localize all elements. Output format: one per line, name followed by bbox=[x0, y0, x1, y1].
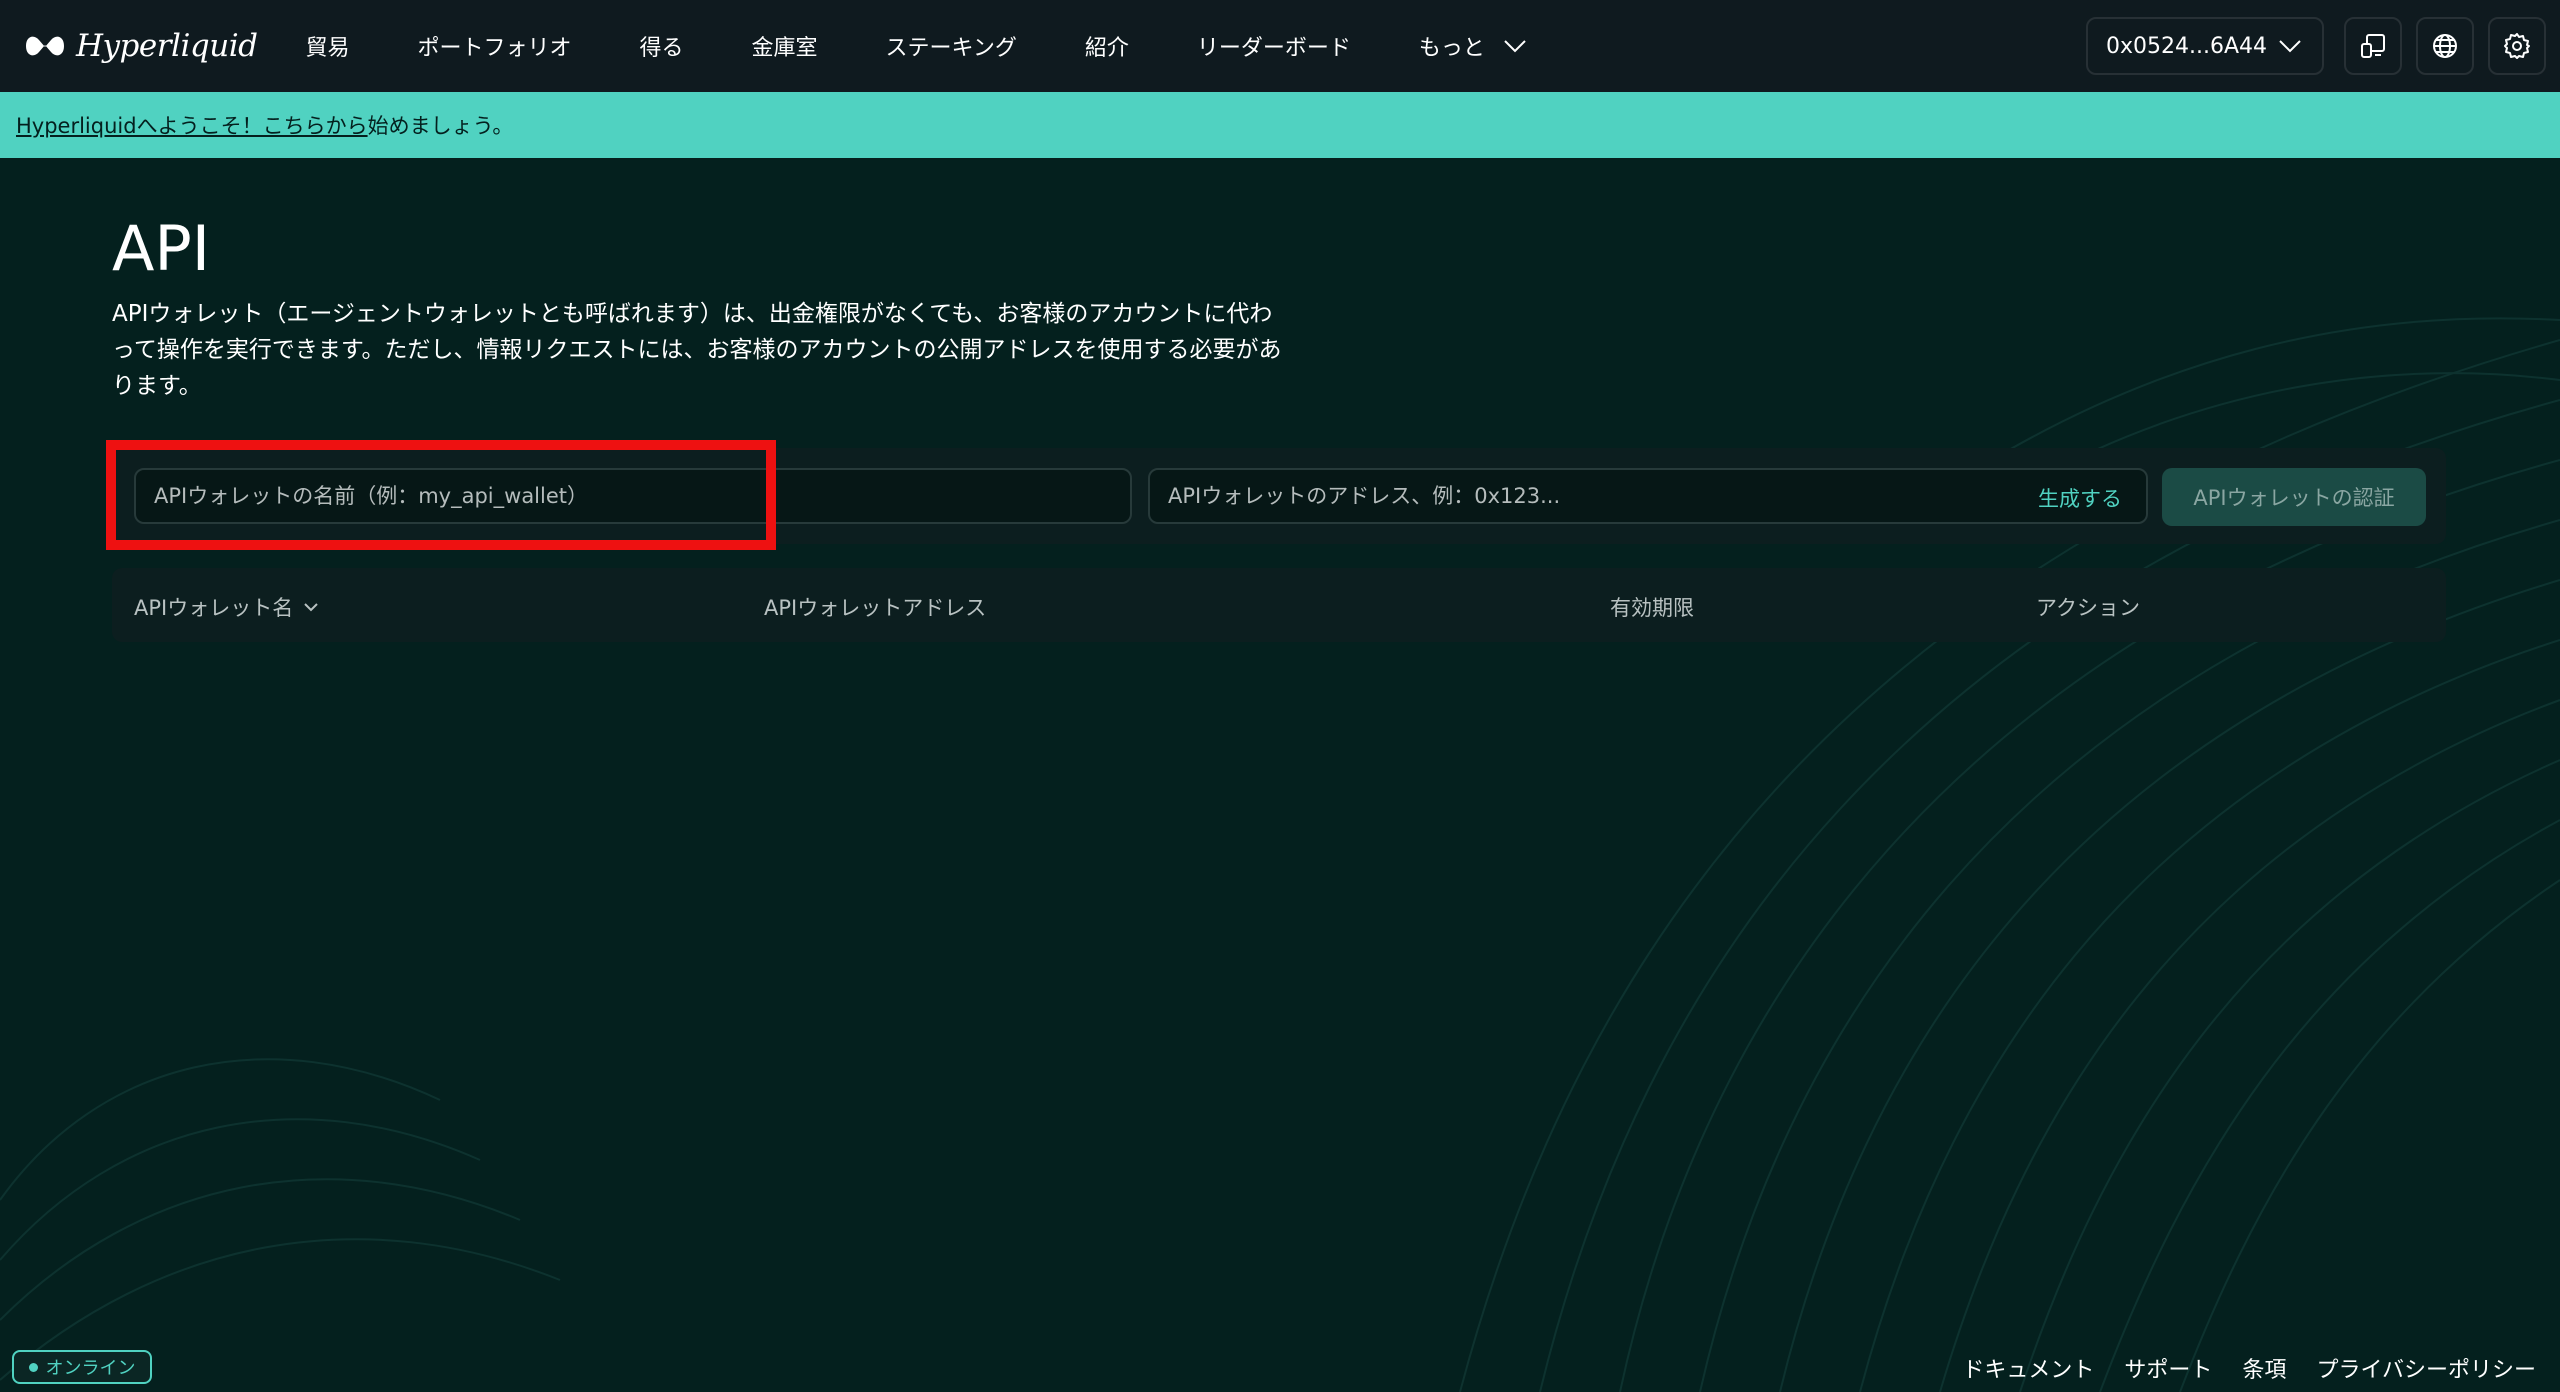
api-wallet-name-input[interactable] bbox=[134, 468, 1132, 524]
nav-item-portfolio[interactable]: ポートフォリオ bbox=[417, 30, 571, 62]
main-nav: 貿易 ポートフォリオ 得る 金庫室 ステーキング 紹介 リーダーボード もっと bbox=[305, 30, 1594, 62]
api-wallet-table-header: APIウォレット名 APIウォレットアドレス 有効期限 アクション bbox=[112, 568, 2446, 642]
footer-links: ドキュメント サポート 条項 プライバシーポリシー bbox=[1962, 1352, 2536, 1384]
nav-item-leaderboard[interactable]: リーダーボード bbox=[1197, 30, 1351, 62]
nav-item-staking[interactable]: ステーキング bbox=[886, 30, 1017, 62]
connection-status-badge: オンライン bbox=[12, 1350, 152, 1384]
column-label-wallet-name: APIウォレット名 bbox=[134, 596, 294, 620]
brand-logo[interactable]: Hyperliquid bbox=[24, 0, 258, 92]
hyperliquid-logo-icon bbox=[26, 36, 64, 56]
nav-right-controls: 0x0524...6A44 bbox=[2086, 0, 2560, 92]
api-wallet-address-input[interactable] bbox=[1148, 468, 2148, 524]
authorize-api-wallet-button[interactable]: APIウォレットの認証 bbox=[2162, 468, 2426, 526]
nav-item-vaults[interactable]: 金庫室 bbox=[752, 30, 818, 62]
footer-link-privacy[interactable]: プライバシーポリシー bbox=[2316, 1352, 2536, 1384]
generate-address-button[interactable]: 生成する bbox=[2038, 483, 2122, 513]
banner-suffix: 始めましょう。 bbox=[367, 114, 514, 138]
devices-icon bbox=[2361, 34, 2385, 58]
column-header-expiration: 有効期限 bbox=[1610, 596, 1694, 620]
nav-item-more[interactable]: もっと bbox=[1419, 30, 1527, 62]
top-navigation-bar: Hyperliquid 貿易 ポートフォリオ 得る 金庫室 ステーキング 紹介 … bbox=[0, 0, 2560, 92]
footer-link-docs[interactable]: ドキュメント bbox=[1962, 1352, 2094, 1384]
get-started-link[interactable]: Hyperliquidへようこそ！こちらから bbox=[16, 110, 368, 140]
footer-link-support[interactable]: サポート bbox=[2124, 1352, 2212, 1384]
column-header-wallet-address: APIウォレットアドレス bbox=[764, 596, 987, 620]
api-wallet-form: 生成する APIウォレットの認証 bbox=[112, 448, 2446, 544]
page-description: APIウォレット（エージェントウォレットとも呼ばれます）は、出金権限がなくても、… bbox=[112, 301, 1282, 399]
brand-name: Hyperliquid bbox=[76, 28, 258, 64]
wallet-address-dropdown[interactable]: 0x0524...6A44 bbox=[2086, 17, 2324, 75]
column-header-actions: アクション bbox=[2036, 596, 2140, 620]
device-connect-button[interactable] bbox=[2344, 17, 2402, 75]
nav-item-trade[interactable]: 貿易 bbox=[305, 30, 349, 62]
chevron-down-icon bbox=[2279, 40, 2301, 53]
column-header-wallet-name[interactable]: APIウォレット名 bbox=[134, 592, 319, 622]
gear-icon bbox=[2504, 33, 2530, 59]
welcome-banner: Hyperliquidへようこそ！こちらから 始めましょう。 bbox=[0, 92, 2560, 158]
settings-button[interactable] bbox=[2488, 17, 2546, 75]
chevron-down-icon bbox=[1504, 40, 1526, 53]
globe-icon bbox=[2433, 34, 2457, 58]
status-dot-icon bbox=[28, 1362, 38, 1372]
page-title: API bbox=[112, 212, 211, 285]
nav-item-referrals[interactable]: 紹介 bbox=[1085, 30, 1129, 62]
sort-chevron-down-icon bbox=[304, 603, 318, 612]
nav-item-earn[interactable]: 得る bbox=[640, 30, 684, 62]
nav-more-label: もっと bbox=[1418, 36, 1485, 61]
language-button[interactable] bbox=[2416, 17, 2474, 75]
status-label: オンライン bbox=[45, 1358, 136, 1379]
footer-link-terms[interactable]: 条項 bbox=[2242, 1352, 2286, 1384]
wallet-address: 0x0524...6A44 bbox=[2106, 33, 2268, 59]
